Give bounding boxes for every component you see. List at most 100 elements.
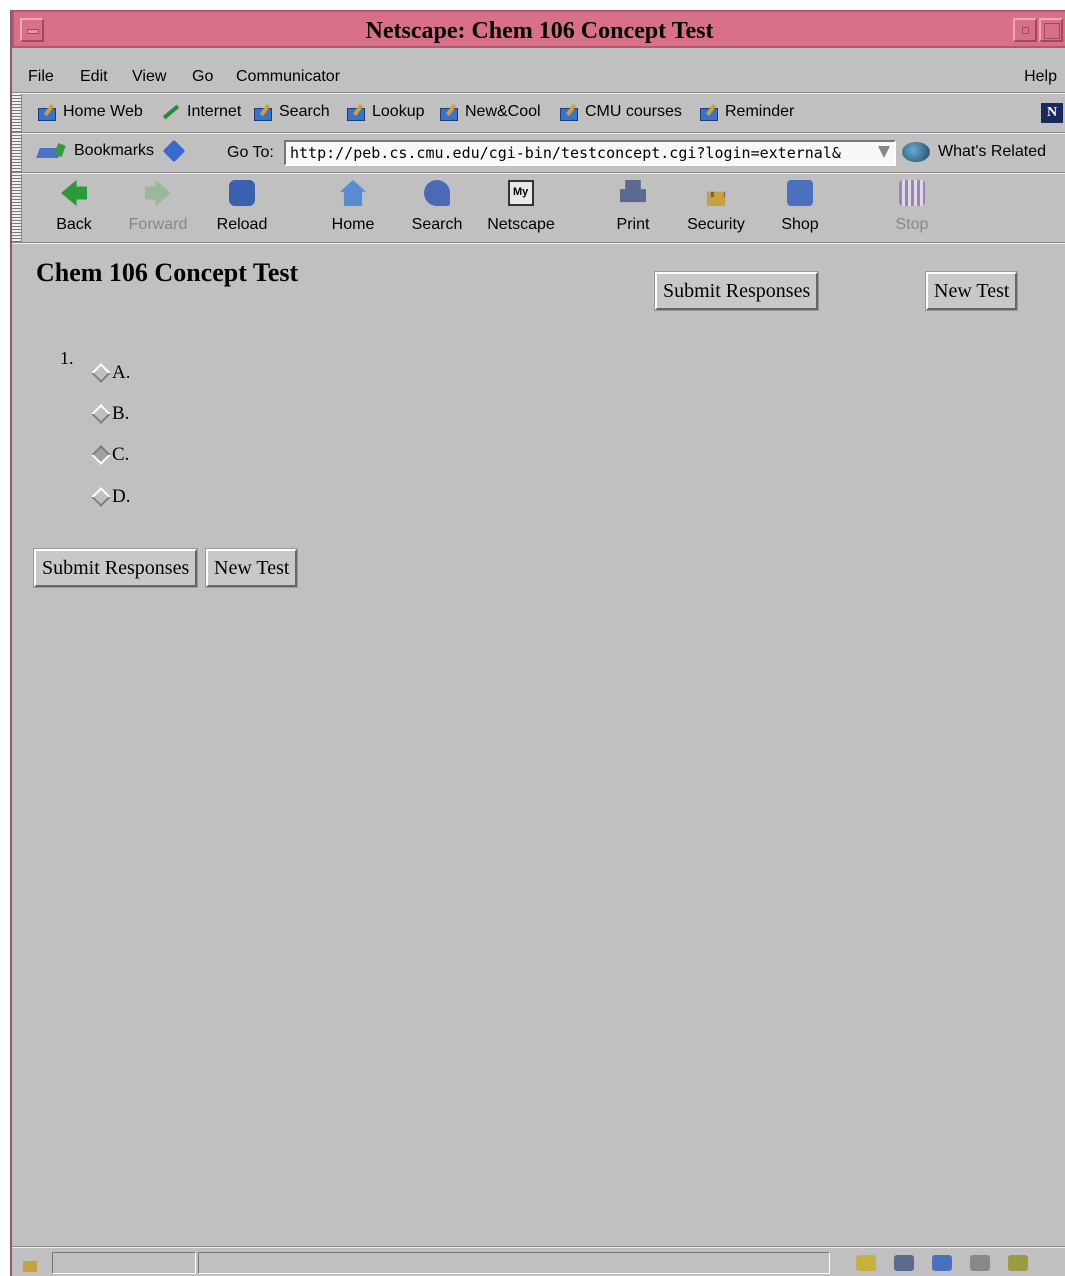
security-label: Security	[687, 216, 745, 233]
home-button[interactable]: Home	[313, 180, 393, 234]
folder-icon	[700, 104, 722, 121]
back-button[interactable]: Back	[34, 180, 114, 234]
menu-view[interactable]: View	[132, 68, 166, 86]
option-label: D.	[112, 486, 131, 507]
print-label: Print	[616, 216, 650, 233]
minimize-button[interactable]	[1013, 18, 1037, 42]
search-icon	[424, 180, 450, 206]
address-book-icon[interactable]	[970, 1255, 990, 1271]
personal-lookup[interactable]: Lookup	[347, 103, 425, 121]
stop-button[interactable]: Stop	[872, 180, 952, 234]
back-label: Back	[56, 216, 92, 233]
page-content: Chem 106 Concept Test Submit Responses N…	[12, 244, 1065, 1248]
menu-go[interactable]: Go	[192, 68, 213, 86]
progress-bar	[52, 1252, 196, 1274]
toolbar-grip[interactable]	[12, 134, 22, 172]
submit-responses-button-bottom[interactable]: Submit Responses	[32, 548, 199, 588]
printer-icon	[620, 180, 646, 203]
forward-label: Forward	[128, 216, 188, 233]
personal-reminder[interactable]: Reminder	[700, 103, 794, 121]
title-bar[interactable]: Netscape: Chem 106 Concept Test	[12, 10, 1065, 48]
back-arrow-icon	[61, 180, 87, 206]
composer-icon[interactable]	[1008, 1255, 1028, 1271]
personal-search[interactable]: Search	[254, 103, 330, 121]
bookmarks-icon	[38, 142, 68, 160]
reload-label: Reload	[216, 216, 268, 233]
folder-icon	[347, 104, 369, 121]
option-c[interactable]: C.	[91, 444, 130, 466]
option-label: B.	[112, 403, 130, 424]
personal-cmu-courses[interactable]: CMU courses	[560, 103, 682, 121]
newsgroups-icon[interactable]	[932, 1255, 952, 1271]
folder-icon	[38, 104, 60, 121]
folder-icon	[254, 104, 276, 121]
window-title: Netscape: Chem 106 Concept Test	[365, 18, 714, 44]
security-lock-icon[interactable]	[23, 1261, 37, 1272]
whats-related-label: What's Related	[938, 143, 1046, 160]
url-input[interactable]: http://peb.cs.cmu.edu/cgi-bin/testconcep…	[284, 140, 896, 166]
menu-file[interactable]: File	[28, 68, 54, 86]
personal-home-web[interactable]: Home Web	[38, 103, 143, 121]
status-bar	[12, 1248, 1065, 1276]
url-dropdown-icon[interactable]	[878, 146, 890, 158]
personal-item-label: Internet	[187, 103, 242, 120]
home-icon	[340, 180, 366, 206]
search-label: Search	[411, 216, 463, 233]
question-number: 1.	[60, 348, 74, 368]
forward-button[interactable]: Forward	[118, 180, 198, 234]
maximize-button[interactable]	[1039, 18, 1063, 42]
option-label: C.	[112, 444, 130, 465]
new-test-button-top[interactable]: New Test	[924, 271, 1019, 311]
bookmarks-button[interactable]: Bookmarks	[38, 139, 186, 163]
folder-icon	[560, 104, 582, 121]
search-button[interactable]: Search	[397, 180, 477, 234]
radio-option-b[interactable]	[91, 404, 111, 424]
personal-item-label: Lookup	[372, 103, 425, 120]
my-netscape-icon	[508, 180, 534, 206]
submit-responses-button-top[interactable]: Submit Responses	[653, 271, 820, 311]
forward-arrow-icon	[145, 180, 171, 206]
toolbar-grip[interactable]	[12, 94, 22, 132]
radio-option-d[interactable]	[91, 487, 111, 507]
location-dart-icon[interactable]	[162, 139, 186, 163]
netscape-logo-icon[interactable]: N	[1041, 103, 1063, 123]
whats-related-button[interactable]: What's Related	[902, 142, 1046, 162]
option-b[interactable]: B.	[91, 403, 130, 425]
menu-bar: File Edit View Go Communicator Help	[12, 64, 1065, 92]
personal-item-label: New&Cool	[465, 103, 541, 120]
shop-button[interactable]: Shop	[760, 180, 840, 234]
folder-icon	[440, 104, 462, 121]
personal-new-cool[interactable]: New&Cool	[440, 103, 541, 121]
home-label: Home	[331, 216, 375, 233]
goto-label: Go To:	[227, 144, 274, 161]
toolbar-grip[interactable]	[12, 174, 22, 242]
print-button[interactable]: Print	[593, 180, 673, 234]
netscape-button[interactable]: Netscape	[481, 180, 561, 234]
browser-window: Netscape: Chem 106 Concept Test File Edi…	[10, 10, 1065, 1276]
stop-label: Stop	[895, 216, 929, 233]
radio-option-a[interactable]	[91, 363, 111, 383]
personal-internet[interactable]: Internet	[162, 103, 241, 121]
menu-edit[interactable]: Edit	[80, 68, 108, 86]
option-label: A.	[112, 362, 131, 383]
navigator-icon[interactable]	[856, 1255, 876, 1271]
status-text	[198, 1252, 830, 1274]
option-a[interactable]: A.	[91, 362, 131, 384]
shop-icon	[787, 180, 813, 206]
shop-label: Shop	[781, 216, 819, 233]
radio-option-c[interactable]	[91, 445, 111, 465]
personal-item-label: CMU courses	[585, 103, 682, 120]
personal-item-label: Home Web	[63, 103, 143, 120]
navigation-toolbar: Back Forward Reload Home Search Netscape…	[12, 174, 1065, 242]
component-bar	[838, 1252, 1063, 1274]
reload-button[interactable]: Reload	[202, 180, 282, 234]
menu-communicator[interactable]: Communicator	[236, 68, 340, 86]
mail-icon[interactable]	[894, 1255, 914, 1271]
menu-help[interactable]: Help	[1024, 68, 1057, 86]
security-button[interactable]: Security	[676, 180, 756, 234]
option-d[interactable]: D.	[91, 486, 131, 508]
personal-toolbar: Home Web Internet Search Lookup New&Cool…	[12, 94, 1065, 132]
new-test-button-bottom[interactable]: New Test	[204, 548, 299, 588]
pencil-icon	[162, 104, 180, 120]
bookmarks-label: Bookmarks	[74, 142, 155, 159]
